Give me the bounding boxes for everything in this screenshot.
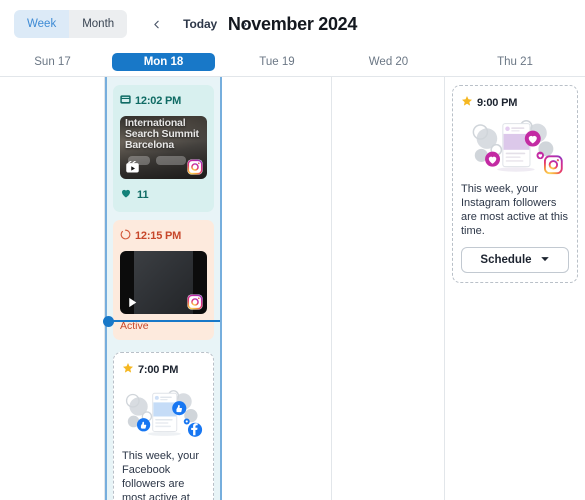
schedule-button[interactable]: Schedule <box>461 247 569 273</box>
post-time-row: 12:15 PM <box>120 227 207 245</box>
post-time: 12:15 PM <box>135 230 182 242</box>
post-thumbnail[interactable] <box>120 251 207 314</box>
day-header-thu-21[interactable]: Thu 21 <box>445 48 585 76</box>
day-header-sun-17[interactable]: Sun 17 <box>0 48 105 76</box>
thumbnail-title: International Search Summit Barcelona <box>125 117 199 151</box>
day-label: Thu 21 <box>497 56 533 68</box>
day-column-mon-18[interactable]: 12:02 PM International Search Summit Bar… <box>103 77 222 500</box>
suggestion-time-row: 7:00 PM <box>122 361 205 379</box>
view-switcher[interactable]: Week Month <box>14 10 128 38</box>
post-card-1215pm[interactable]: 12:15 PM Active <box>113 220 214 340</box>
chevron-left-icon[interactable] <box>143 11 169 37</box>
video-frame <box>133 251 194 314</box>
suggestion-text: This week, your Facebook followers are m… <box>122 450 200 500</box>
reel-icon <box>124 159 140 175</box>
day-header-wed-20[interactable]: Wed 20 <box>332 48 445 76</box>
schedule-button-label: Schedule <box>480 254 532 266</box>
instagram-icon <box>187 159 203 175</box>
today-button[interactable]: Today <box>175 17 225 31</box>
day-label: Wed 20 <box>368 56 409 68</box>
day-column-tue-19[interactable] <box>222 77 332 500</box>
play-icon <box>124 294 140 310</box>
post-stats: 11 <box>120 186 207 204</box>
day-label: Tue 19 <box>259 56 295 68</box>
facebook-engagement-illustration <box>122 385 205 443</box>
chevron-right-icon[interactable] <box>231 11 257 37</box>
date-navigation: Today <box>143 11 257 37</box>
post-thumbnail[interactable]: International Search Summit Barcelona <box>120 116 207 179</box>
star-icon <box>122 361 134 379</box>
suggestion-time: 9:00 PM <box>477 97 518 109</box>
caret-down-icon[interactable] <box>540 254 550 267</box>
day-header-mon-18[interactable]: Mon 18 <box>105 48 222 76</box>
suggestion-text: This week, your Instagram followers are … <box>461 183 568 237</box>
day-label: Mon 18 <box>112 53 215 71</box>
suggestion-time-row: 9:00 PM <box>461 94 569 112</box>
current-time-indicator <box>103 315 220 327</box>
day-column-wed-20[interactable] <box>332 77 445 500</box>
instagram-icon <box>187 294 203 310</box>
post-preview-icon <box>120 92 131 110</box>
calendar-grid: 12:02 PM International Search Summit Bar… <box>0 77 585 500</box>
post-time-row: 12:02 PM <box>120 92 207 110</box>
instagram-engagement-illustration <box>461 118 569 176</box>
view-month-button[interactable]: Month <box>69 10 128 38</box>
star-icon <box>461 94 473 112</box>
thumbnail-chip <box>156 156 186 165</box>
suggestion-time: 7:00 PM <box>138 364 179 376</box>
calendar-toolbar: Week Month Today November 2024 <box>0 0 585 48</box>
suggestion-card-facebook-700pm[interactable]: 7:00 PM This week, your Facebook followe… <box>113 352 214 500</box>
suggestion-card-instagram-900pm[interactable]: 9:00 PM This week, your Instagram follow… <box>452 85 578 283</box>
post-time: 12:02 PM <box>135 95 182 107</box>
day-column-sun-17[interactable] <box>0 77 105 500</box>
current-time-dot <box>103 315 114 327</box>
post-card-1202pm[interactable]: 12:02 PM International Search Summit Bar… <box>113 85 214 212</box>
like-count: 11 <box>137 189 149 201</box>
clock-pending-icon <box>120 227 131 245</box>
day-column-thu-21[interactable]: 9:00 PM This week, your Instagram follow… <box>445 77 585 500</box>
day-label: Sun 17 <box>34 56 71 68</box>
day-header-row: Sun 17 Mon 18 Tue 19 Wed 20 Thu 21 <box>0 48 585 77</box>
day-header-tue-19[interactable]: Tue 19 <box>222 48 332 76</box>
heart-icon <box>120 186 132 204</box>
view-week-button[interactable]: Week <box>14 10 70 38</box>
